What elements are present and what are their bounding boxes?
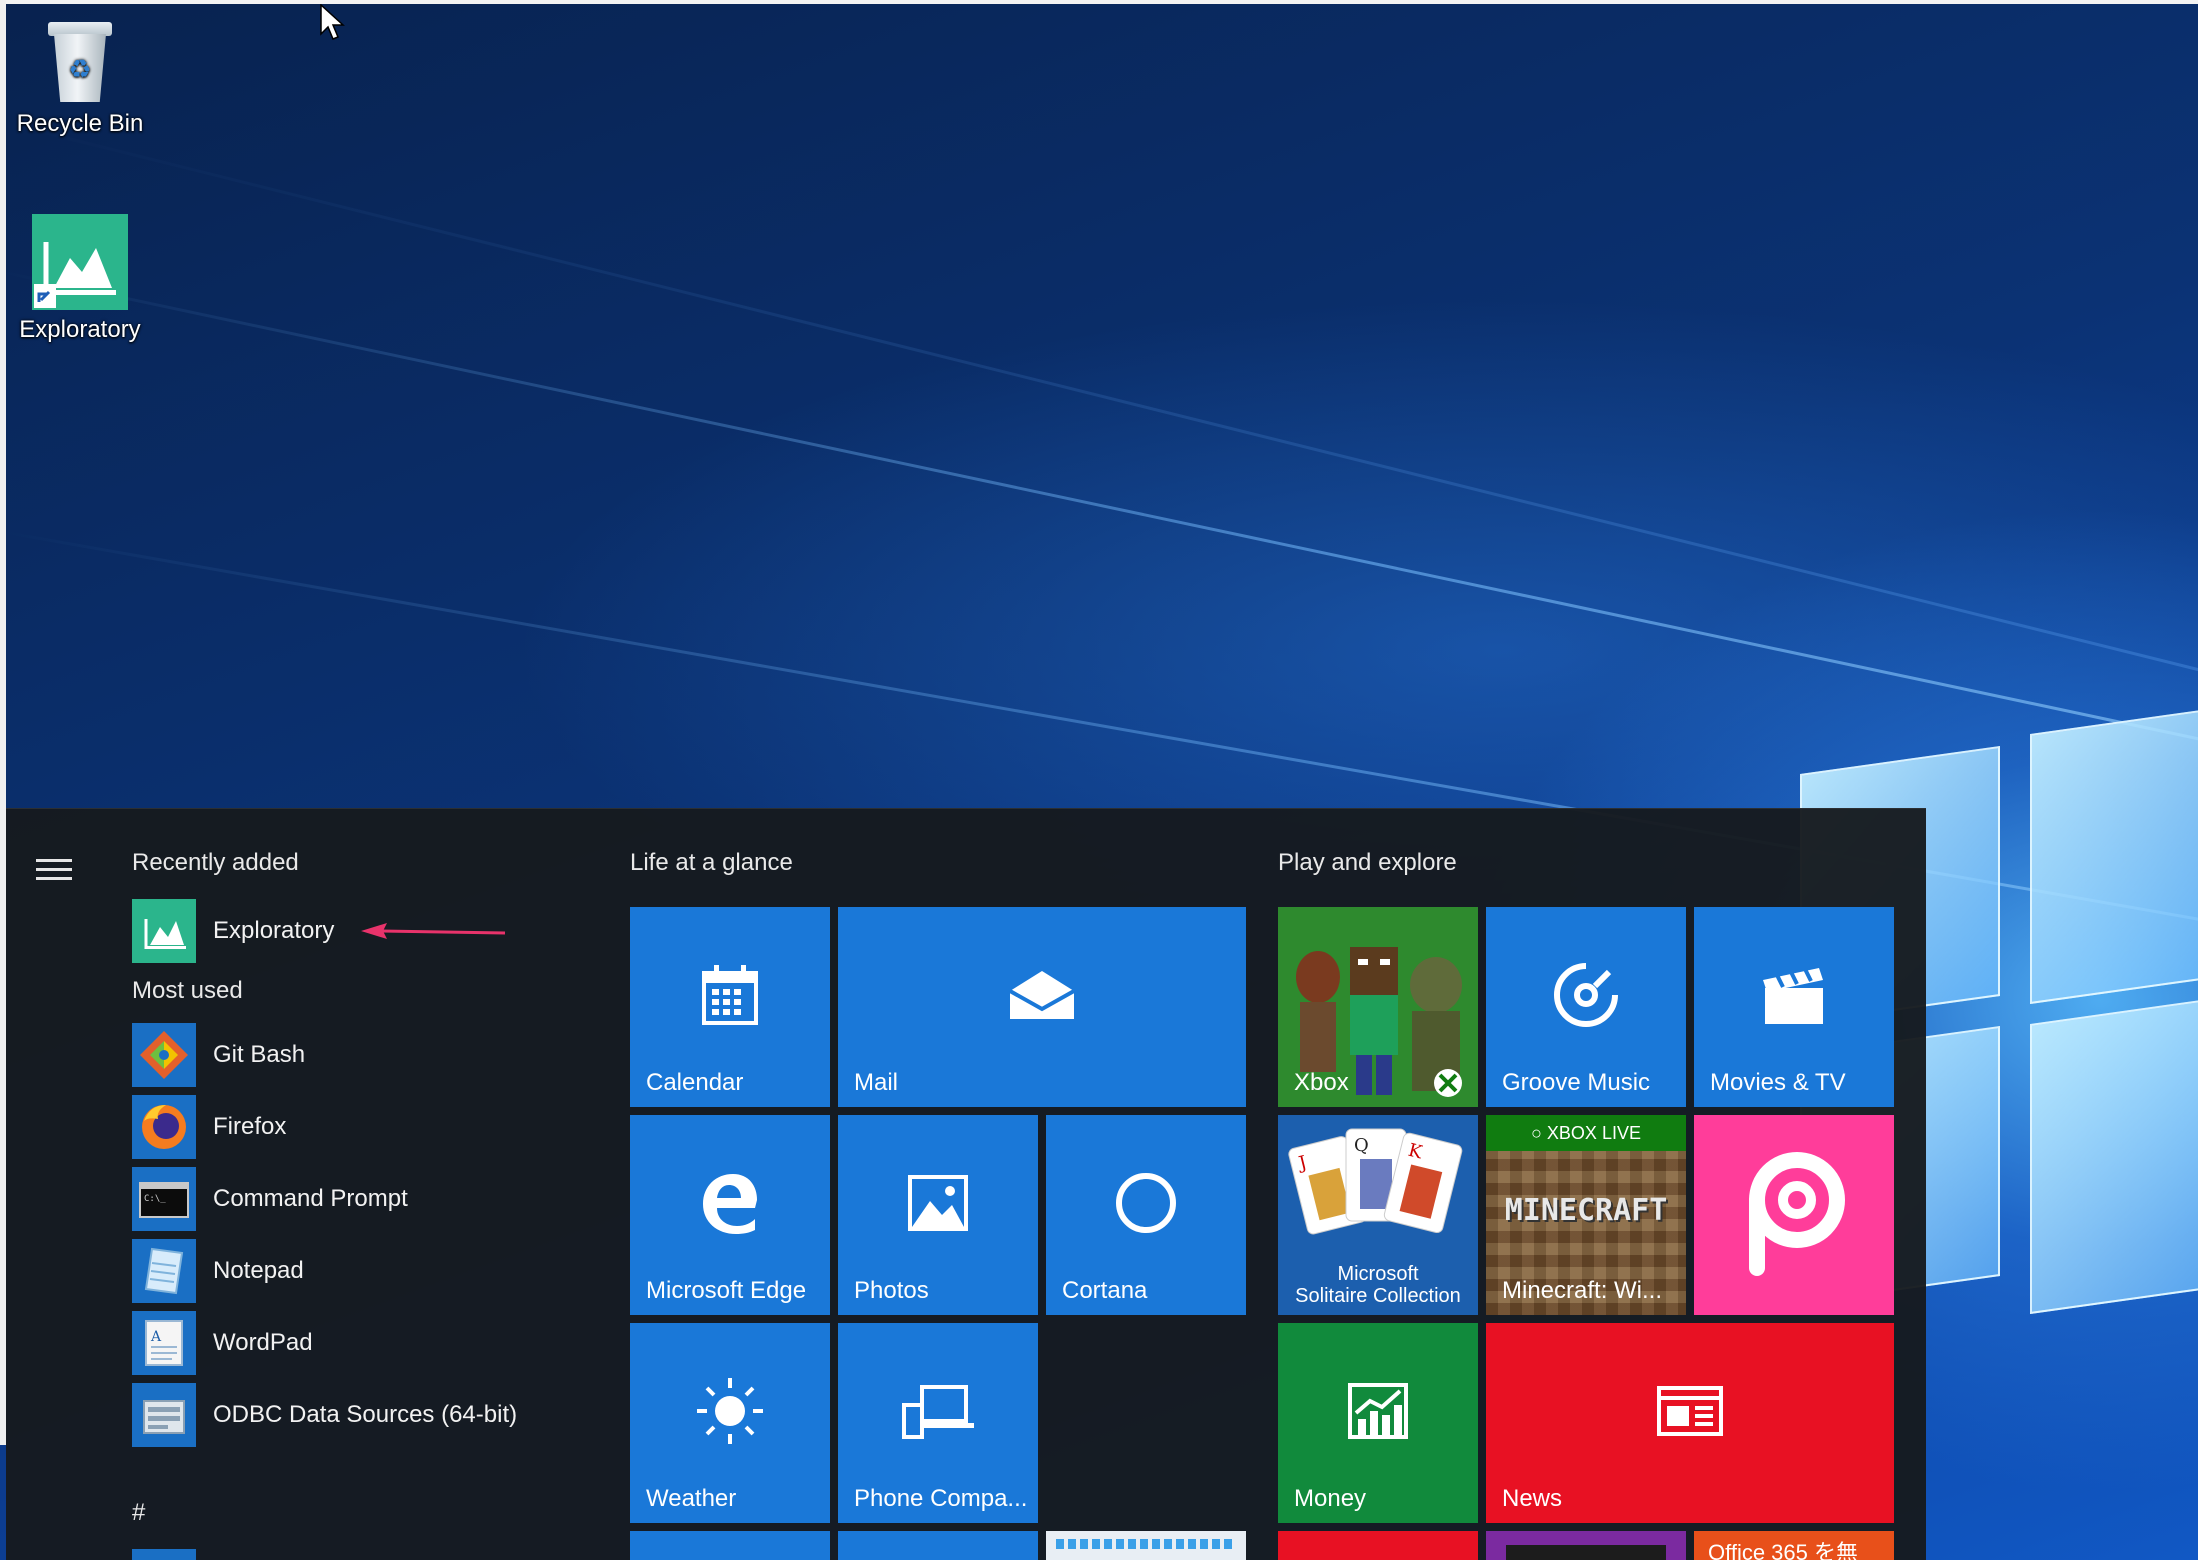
app-list-item-label: Notepad [213, 1257, 304, 1284]
wordpad-icon: A [132, 1311, 196, 1375]
app-list-item-wordpad[interactable]: A WordPad [132, 1311, 592, 1375]
recycle-bin-icon: ♻ [44, 20, 116, 104]
app-list-item-git-bash[interactable]: Git Bash [132, 1023, 592, 1087]
tile-weather[interactable]: Weather [630, 1323, 830, 1523]
app-list-item-label: Exploratory [213, 917, 335, 944]
weather-sun-icon [697, 1378, 763, 1444]
app-list-item-label: WordPad [213, 1329, 313, 1356]
git-bash-icon [132, 1023, 196, 1087]
tile-microsoft-edge[interactable]: Microsoft Edge [630, 1115, 830, 1315]
movies-clapperboard-icon [1763, 968, 1823, 1024]
solitaire-tile-label: Microsoft Solitaire Collection [1295, 1263, 1461, 1307]
app-list-item-odbc[interactable]: ODBC Data Sources (64-bit) [132, 1383, 592, 1447]
tile-label: Movies & TV [1710, 1069, 1846, 1096]
exploratory-icon [32, 214, 128, 310]
tile-photos[interactable]: Photos [838, 1115, 1038, 1315]
tile-minecraft[interactable]: ○ XBOX LIVE MINECRAFT Minecraft: Wi... [1486, 1115, 1686, 1315]
tile-label: Minecraft: Wi... [1502, 1277, 1663, 1304]
xbox-logo-icon: ○ [1531, 1123, 1542, 1143]
app-list-item-label: ODBC Data Sources (64-bit) [213, 1401, 518, 1428]
firefox-icon [132, 1095, 196, 1159]
tile-mail[interactable]: Mail [838, 907, 1246, 1107]
tile-phone-companion[interactable]: Phone Compa... [838, 1323, 1038, 1523]
tile-label: Mail [854, 1069, 899, 1096]
tile-partial[interactable] [1046, 1531, 1246, 1560]
tile-label: Microsoft Edge [646, 1277, 807, 1304]
tile-movies-tv[interactable]: Movies & TV [1694, 907, 1894, 1107]
xbox-live-badge: ○ XBOX LIVE [1486, 1115, 1686, 1151]
tile-label: Phone Compa... [854, 1485, 1028, 1512]
tile-groove-music[interactable]: Groove Music [1486, 907, 1686, 1107]
svg-text:C:\_: C:\_ [144, 1194, 166, 1204]
calendar-icon [702, 965, 758, 1025]
desktop-icon-exploratory[interactable]: Exploratory [5, 214, 155, 344]
odbc-icon [132, 1383, 196, 1447]
tile-group-header-life-at-a-glance[interactable]: Life at a glance [630, 849, 793, 877]
light-beam [0, 270, 2198, 752]
tile-money[interactable]: Money [1278, 1323, 1478, 1523]
tile-label: Money [1294, 1485, 1367, 1512]
app-list-item-command-prompt[interactable]: C:\_ Command Prompt [132, 1167, 592, 1231]
mail-icon [1009, 971, 1075, 1019]
app-list-item-firefox[interactable]: Firefox [132, 1095, 592, 1159]
app-list-item-partial[interactable] [132, 1549, 196, 1560]
edge-icon [703, 1174, 757, 1234]
light-beam [0, 120, 2198, 680]
tile-partial[interactable] [630, 1531, 830, 1560]
minecraft-logo: MINECRAFT [1504, 1193, 1668, 1228]
start-menu: Recently added Exploratory Most used Git… [6, 808, 1926, 1560]
app-list-item-notepad[interactable]: Notepad [132, 1239, 592, 1303]
app-list-item-label: Command Prompt [213, 1185, 408, 1212]
phone-companion-icon [902, 1385, 974, 1439]
groove-music-icon [1554, 963, 1618, 1027]
tile-microsoft-solitaire[interactable]: J Q K Microsoft Solitaire Collection [1278, 1115, 1478, 1315]
mouse-cursor-icon [320, 4, 345, 40]
notepad-icon [132, 1239, 196, 1303]
news-icon [1657, 1386, 1723, 1436]
exploratory-icon [132, 899, 196, 963]
letter-header[interactable]: # [132, 1499, 145, 1527]
desktop-icon-label: Recycle Bin [16, 110, 144, 137]
tile-partial[interactable] [838, 1531, 1038, 1560]
photos-icon [908, 1175, 968, 1231]
tile-group-header-play-and-explore[interactable]: Play and explore [1278, 849, 1457, 877]
tile-partial[interactable] [1486, 1531, 1686, 1560]
tile-label: Cortana [1062, 1277, 1148, 1304]
app-list-item-label: Firefox [213, 1113, 287, 1140]
tile-cortana[interactable]: Cortana [1046, 1115, 1246, 1315]
tile-xbox[interactable]: Xbox [1278, 907, 1478, 1107]
tile-label: Calendar [646, 1069, 744, 1096]
tile-label: Groove Music [1502, 1069, 1651, 1096]
picsart-logo-icon [1749, 1152, 1845, 1276]
tile-calendar[interactable]: Calendar [630, 907, 830, 1107]
tile-picsart[interactable] [1694, 1115, 1894, 1315]
app-list-item-label: Git Bash [213, 1041, 306, 1068]
tile-label: Photos [854, 1277, 929, 1304]
tile-partial[interactable] [1278, 1531, 1478, 1560]
command-prompt-icon: C:\_ [132, 1167, 196, 1231]
hamburger-menu-icon[interactable] [36, 859, 72, 883]
tile-label: Xbox [1294, 1069, 1349, 1096]
tile-label: Weather [646, 1485, 737, 1512]
desktop-icon-recycle-bin[interactable]: ♻ Recycle Bin [5, 20, 155, 138]
most-used-header: Most used [132, 977, 243, 1004]
tile-news[interactable]: News [1486, 1323, 1894, 1523]
tile-label: Office 365 を無 [1708, 1540, 1858, 1560]
tile-office-365[interactable]: Office 365 を無 [1694, 1531, 1894, 1560]
svg-text:A: A [150, 1329, 162, 1345]
svg-text:Q: Q [1354, 1135, 1369, 1156]
cortana-icon [1116, 1173, 1176, 1233]
recently-added-header: Recently added [132, 849, 299, 876]
tile-label: News [1502, 1485, 1563, 1512]
desktop-icon-label: Exploratory [19, 316, 141, 343]
money-chart-icon [1348, 1383, 1408, 1439]
annotation-arrow [361, 923, 506, 939]
